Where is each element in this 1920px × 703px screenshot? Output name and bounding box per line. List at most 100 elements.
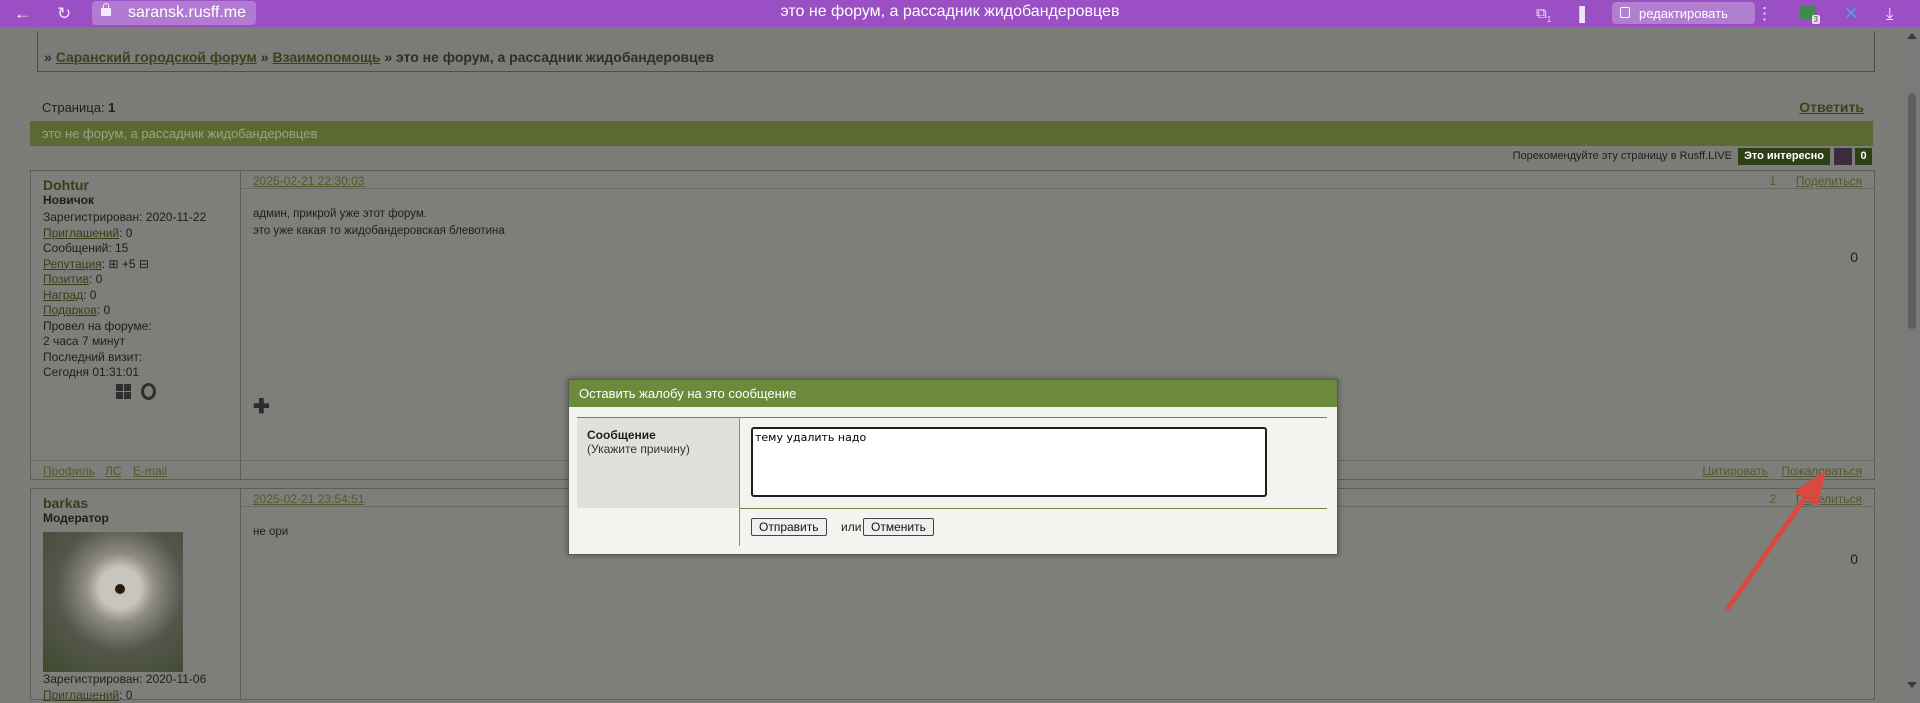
lock-icon — [101, 3, 111, 16]
scroll-down-icon[interactable] — [1907, 682, 1917, 688]
sync-icon[interactable]: ✕ — [1844, 3, 1858, 24]
topic-title-bar: это не форум, а рассадник жидобандеровце… — [30, 121, 1873, 146]
scroll-up-icon[interactable] — [1907, 33, 1917, 39]
cancel-report-button[interactable]: Отменить — [863, 518, 934, 536]
user-registered: Зарегистрирован: 2020-11-06 — [43, 672, 207, 686]
tab-counter-badge: 1 — [1546, 15, 1552, 24]
post-username[interactable]: barkas — [43, 495, 88, 511]
pagination: Страница: 1 — [42, 100, 115, 115]
profile-link[interactable]: Профиль — [43, 464, 95, 478]
user-reputation-value: +5 — [121, 256, 136, 271]
report-dialog: Оставить жалобу на это сообщение Сообщен… — [568, 379, 1338, 555]
extension-icon[interactable]: 3 — [1800, 6, 1820, 24]
user-messages: Сообщений: 15 — [43, 241, 129, 255]
recommend-bar: Порекомендуйте эту страницу в Rusff.LIVE… — [1452, 148, 1872, 165]
breadcrumb: » Саранский городской форум » Взаимопомо… — [44, 49, 714, 65]
address-bar[interactable]: saransk.rusff.me — [92, 1, 256, 25]
post-author-panel: Dohtur Новичок Зарегистрирован: 2020-11-… — [31, 171, 241, 479]
user-last-visit-value: Сегодня 01:31:01 — [43, 365, 140, 379]
user-gifts-link[interactable]: Подарков — [43, 303, 97, 317]
post-header: 2025-02-21 22:30:03 1 Поделиться — [241, 171, 1874, 189]
post-body: админ, прикрой уже этот форум. это уже к… — [253, 206, 505, 240]
download-icon[interactable]: ⤓ — [1886, 3, 1894, 24]
post-body: не ори — [253, 524, 288, 541]
post-date-link[interactable]: 2025-02-21 23:54:51 — [253, 492, 364, 506]
menu-dots-icon[interactable]: ⋮ — [1756, 3, 1773, 24]
post-user-rank: Новичок — [43, 193, 95, 207]
post-score: 0 — [1850, 551, 1858, 567]
avatar — [43, 532, 183, 672]
user-time-label: Провел на форуме: — [43, 318, 152, 333]
submit-report-button[interactable]: Отправить — [751, 518, 827, 536]
user-reputation-link[interactable]: Репутация — [43, 257, 102, 271]
or-label: или — [841, 520, 862, 534]
pm-link[interactable]: ЛС — [105, 464, 122, 478]
user-gifts-value: : 0 — [96, 303, 111, 317]
report-reason-textarea[interactable]: тему удалить надо — [751, 427, 1267, 497]
page-scrollbar[interactable] — [1904, 27, 1920, 694]
address-host: saransk.rusff.me — [128, 4, 246, 21]
post-score: 0 — [1850, 249, 1858, 265]
reputation-minus-icon[interactable]: ⊟ — [139, 257, 149, 271]
user-awards-link[interactable]: Наград — [43, 288, 83, 302]
email-link[interactable]: E-mail — [133, 464, 167, 478]
scrollbar-thumb[interactable] — [1908, 93, 1916, 329]
report-field-label: Сообщение — [587, 428, 656, 442]
breadcrumb-current: » это не форум, а рассадник жидобандеров… — [384, 49, 715, 65]
breadcrumb-section-link[interactable]: Взаимопомощь — [272, 49, 380, 65]
post-text-line: это уже какая то жидобандеровская блевот… — [253, 225, 505, 237]
plus-icon[interactable]: ✚ — [253, 394, 270, 419]
user-invites-value: : 0 — [119, 225, 133, 240]
user-invites-link[interactable]: Приглашений — [43, 688, 119, 702]
rusff-live-icon[interactable] — [1834, 148, 1852, 165]
browser-toolbar: ← ↻ saransk.rusff.me это не форум, а рас… — [0, 0, 1920, 27]
post-author-panel: barkas Модератор Зарегистрирован: 2020-1… — [31, 489, 241, 702]
edit-button[interactable]: редактировать — [1612, 2, 1755, 24]
pagination-label: Страница: — [42, 100, 105, 115]
edit-label: редактировать — [1639, 6, 1728, 21]
bookmark-icon[interactable]: ❚ — [1575, 3, 1589, 24]
edit-icon — [1620, 7, 1630, 18]
recommend-text: Порекомендуйте эту страницу в Rusff.LIVE — [1512, 150, 1732, 162]
avatar-eye — [115, 584, 125, 594]
user-invites-value: : 0 — [119, 687, 133, 702]
interest-button[interactable]: Это интересно — [1738, 148, 1830, 165]
tab-title: это не форум, а рассадник жидобандеровце… — [780, 3, 1120, 20]
report-field-hint: (Укажите причину) — [587, 442, 690, 456]
breadcrumb-forum-link[interactable]: Саранский городской форум — [56, 49, 257, 65]
post-text-line: не ори — [253, 526, 289, 538]
report-reason-label: Сообщение (Укажите причину) — [577, 418, 740, 508]
user-registered: Зарегистрирован: 2020-11-22 — [43, 210, 207, 224]
windows-icon — [116, 384, 132, 400]
opera-icon — [141, 383, 156, 400]
user-positive-link[interactable]: Позитив — [43, 272, 89, 286]
tab-counter-icon[interactable]: ⧉1 — [1536, 3, 1551, 30]
report-reason-row: Сообщение (Укажите причину) тему удалить… — [577, 417, 1327, 509]
report-actions-row: Отправить или Отменить — [577, 508, 1327, 546]
post-date-link[interactable]: 2025-02-21 22:30:03 — [253, 174, 364, 188]
user-time-value: 2 часа 7 минут — [43, 334, 126, 348]
post-number: 1 — [1769, 174, 1776, 188]
user-invites-link[interactable]: Приглашений — [43, 226, 119, 240]
report-dialog-title: Оставить жалобу на это сообщение — [569, 380, 1337, 407]
report-actions-label — [577, 508, 740, 546]
annotation-arrow-icon — [1725, 470, 1826, 611]
post-username[interactable]: Dohtur — [43, 177, 89, 193]
user-last-visit-label: Последний визит: — [43, 349, 143, 364]
reload-icon[interactable]: ↻ — [57, 3, 71, 24]
pagination-current: 1 — [108, 100, 116, 115]
post-user-rank: Модератор — [43, 511, 109, 525]
interest-count: 0 — [1855, 148, 1872, 165]
user-awards-value: : 0 — [83, 287, 97, 302]
post-share-link[interactable]: Поделиться — [1796, 174, 1862, 188]
breadcrumb-separator: » — [260, 49, 269, 65]
post-text-line: админ, прикрой уже этот форум. — [253, 208, 428, 220]
post-user-info: Зарегистрирован: 2020-11-06 Приглашений:… — [43, 672, 206, 703]
reputation-plus-icon[interactable]: ⊞ — [108, 257, 118, 271]
breadcrumb-separator: » — [44, 49, 52, 65]
back-arrow-icon[interactable]: ← — [14, 3, 31, 24]
post-user-info: Зарегистрирован: 2020-11-22 Приглашений:… — [43, 210, 207, 379]
reply-link[interactable]: Ответить — [1799, 99, 1864, 115]
extension-count: 3 — [1811, 15, 1820, 24]
user-positive-value: : 0 — [88, 272, 103, 286]
